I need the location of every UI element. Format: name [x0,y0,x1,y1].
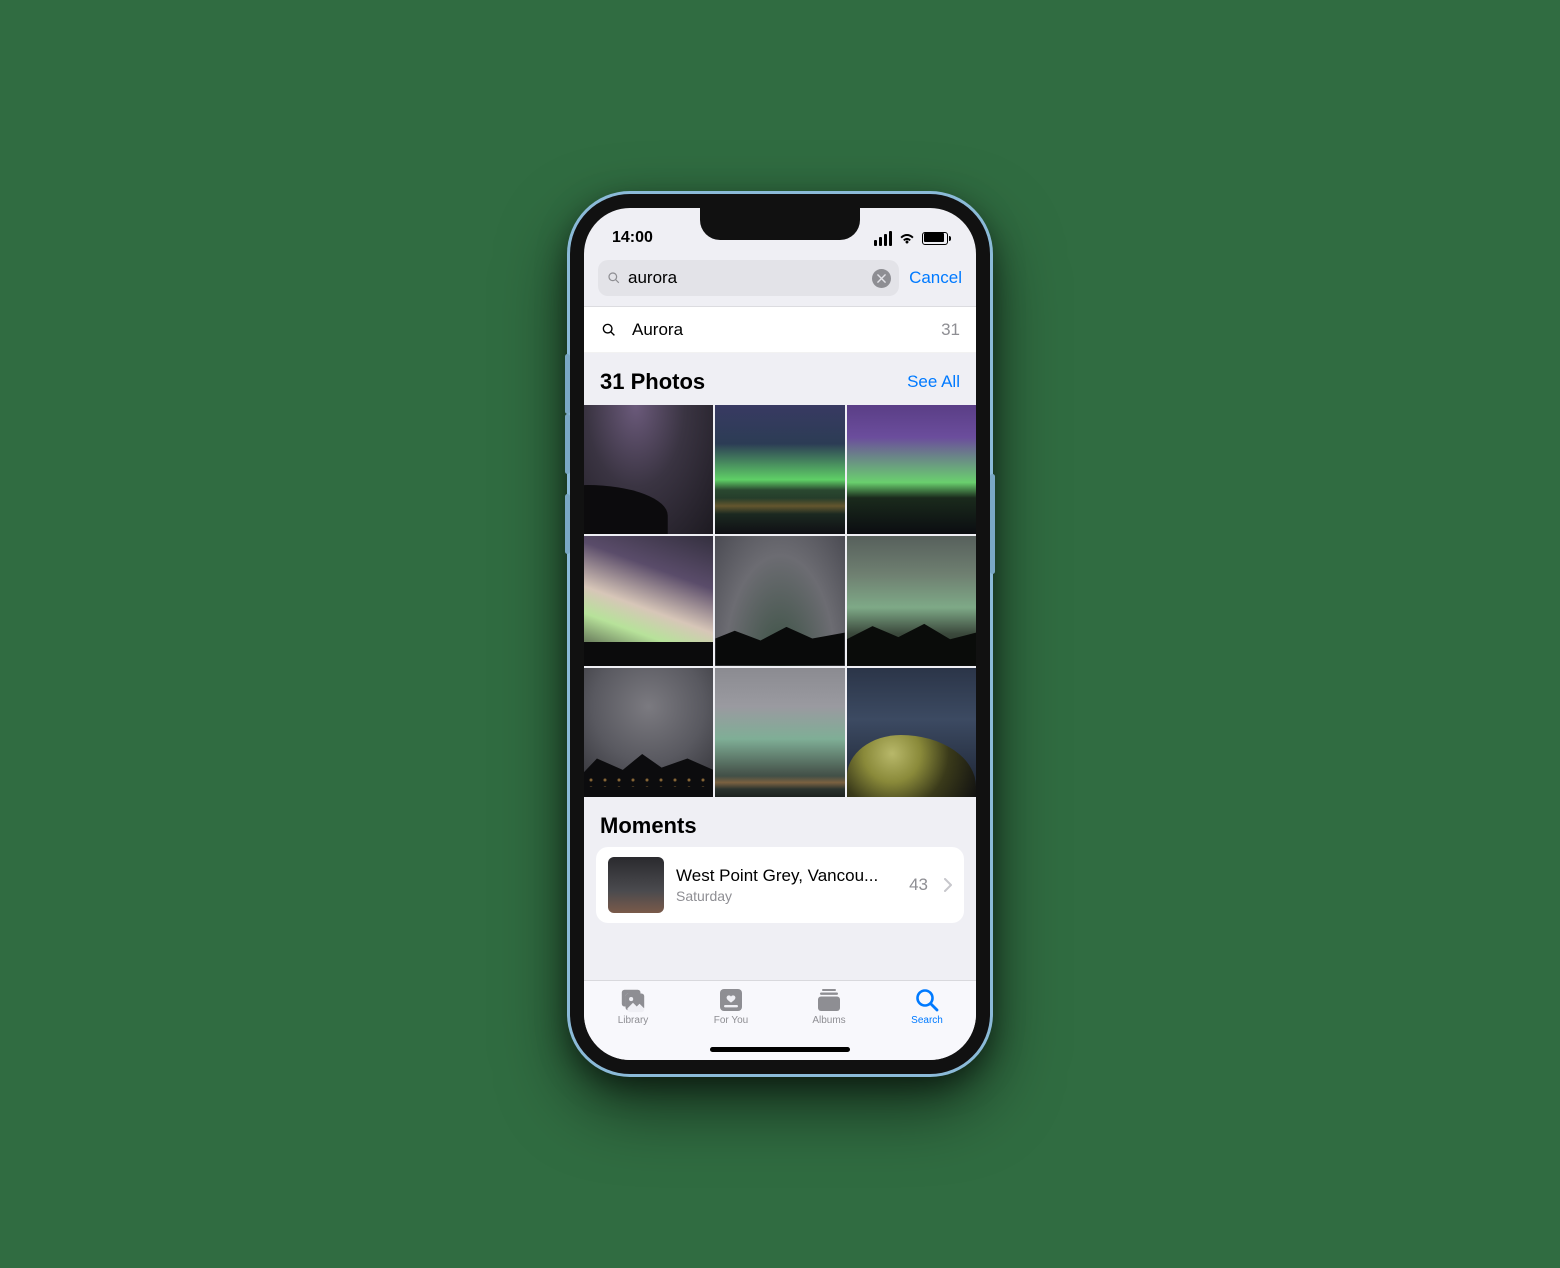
tab-label: Library [618,1015,649,1026]
tab-label: Search [911,1015,943,1026]
close-icon [877,274,886,283]
tab-for-you[interactable]: For You [696,987,766,1026]
search-icon [913,987,941,1013]
photo-thumbnail[interactable] [847,668,976,797]
photos-section-header: 31 Photos See All [584,353,976,405]
photo-thumbnail[interactable] [715,536,844,665]
search-icon [600,321,618,339]
suggestion-count: 31 [941,320,960,340]
moments-title: West Point Grey, Vancou... [676,866,897,886]
clear-search-button[interactable] [872,269,891,288]
moments-heading: Moments [600,813,697,839]
photos-heading: 31 Photos [600,369,705,395]
suggestion-label: Aurora [632,320,927,340]
cellular-signal-icon [874,231,892,246]
photo-thumbnail[interactable] [847,405,976,534]
photo-grid [584,405,976,797]
status-indicators [874,231,948,246]
tab-label: For You [714,1015,748,1026]
albums-icon [815,987,843,1013]
search-icon [606,270,622,286]
tab-library[interactable]: Library [598,987,668,1026]
see-all-button[interactable]: See All [907,372,960,392]
search-header: Cancel [584,256,976,307]
status-time: 14:00 [612,229,653,247]
tab-albums[interactable]: Albums [794,987,864,1026]
photo-thumbnail[interactable] [847,536,976,665]
photo-thumbnail[interactable] [715,668,844,797]
notch [700,208,860,240]
photo-thumbnail[interactable] [715,405,844,534]
search-field[interactable] [598,260,899,296]
for-you-icon [717,987,745,1013]
screen: 14:00 [584,208,976,1060]
moments-item[interactable]: West Point Grey, Vancou... Saturday 43 [596,847,964,923]
moments-thumbnail [608,857,664,913]
moments-section-header: Moments [584,797,976,847]
tab-label: Albums [812,1015,845,1026]
photo-thumbnail[interactable] [584,668,713,797]
battery-icon [922,232,948,245]
phone-frame: 14:00 [570,194,990,1074]
search-suggestion-row[interactable]: Aurora 31 [584,307,976,353]
moments-text: West Point Grey, Vancou... Saturday [676,866,897,904]
cancel-button[interactable]: Cancel [909,268,962,288]
moments-count: 43 [909,875,928,895]
library-icon [619,987,647,1013]
chevron-right-icon [944,878,952,892]
photo-thumbnail[interactable] [584,536,713,665]
content: 31 Photos See All Moments West [584,353,976,980]
home-indicator[interactable] [710,1047,850,1052]
wifi-icon [898,231,916,245]
search-input[interactable] [628,268,866,288]
tab-search[interactable]: Search [892,987,962,1026]
moments-subtitle: Saturday [676,888,897,904]
photo-thumbnail[interactable] [584,405,713,534]
